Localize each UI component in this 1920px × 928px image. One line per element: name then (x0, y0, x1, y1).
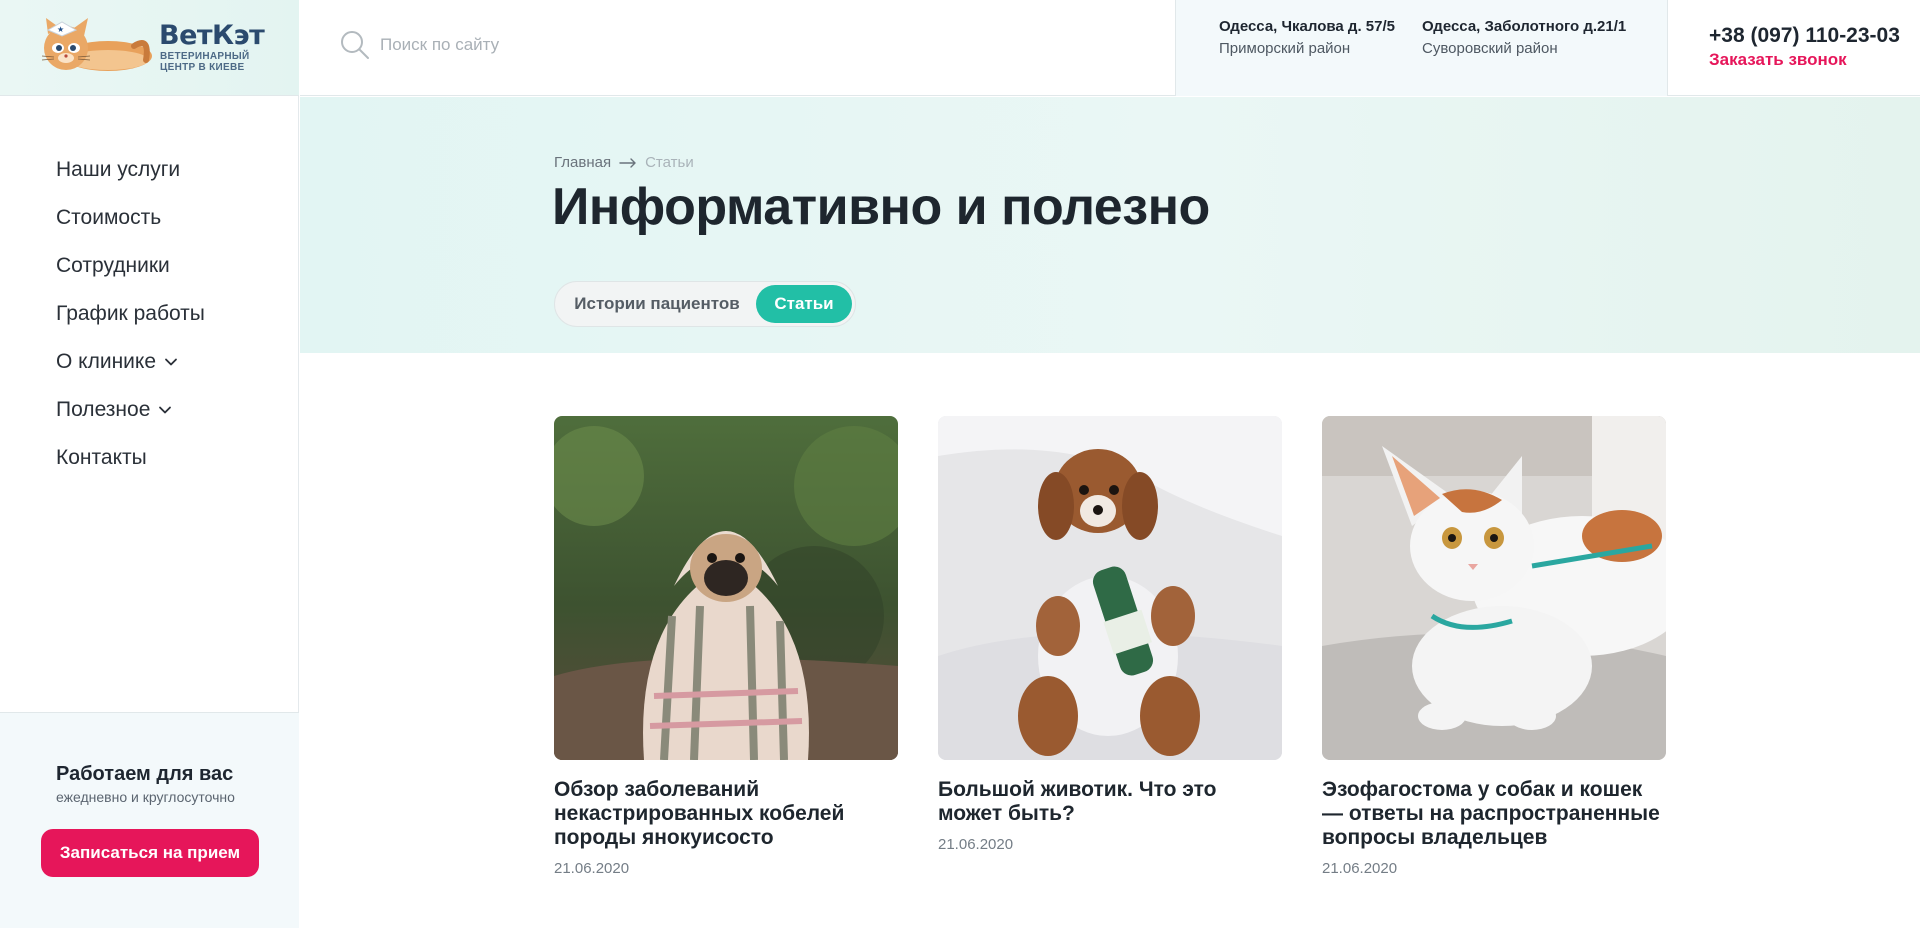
contact-block: +38 (097) 110-23-03 Заказать звонок (1709, 24, 1900, 70)
address-1[interactable]: Одесса, Чкалова д. 57/5 Приморский район (1219, 18, 1395, 57)
address-2[interactable]: Одесса, Заболотного д.21/1 Суворовский р… (1422, 18, 1626, 57)
top-header: Одесса, Чкалова д. 57/5 Приморский район… (300, 0, 1920, 96)
breadcrumb-current: Статьи (645, 154, 694, 171)
article-title[interactable]: Большой животик. Что это может быть? (938, 778, 1282, 826)
breadcrumb-home-link[interactable]: Главная (554, 154, 611, 171)
nav-item-label: Сотрудники (56, 254, 170, 277)
nav-item-useful[interactable]: Полезное (56, 386, 205, 434)
nav-item-services[interactable]: Наши услуги (56, 146, 205, 194)
article-image-puppy[interactable] (938, 416, 1282, 760)
chevron-down-icon (165, 358, 177, 366)
nav-item-label: О клинике (56, 350, 157, 373)
working-hours-panel: Работаем для вас ежедневно и круглосуточ… (0, 712, 299, 928)
nav-item-prices[interactable]: Стоимость (56, 194, 205, 242)
nav-item-label: Полезное (56, 398, 151, 421)
callback-link[interactable]: Заказать звонок (1709, 50, 1900, 70)
address-district: Приморский район (1219, 40, 1351, 57)
chevron-down-icon (159, 406, 172, 414)
nav-item-label: График работы (56, 302, 205, 325)
working-hours-subtitle: ежедневно и круглосуточно (56, 789, 235, 805)
nav-item-staff[interactable]: Сотрудники (56, 242, 205, 290)
article-card[interactable]: Обзор заболеваний некастрированных кобел… (554, 416, 898, 877)
article-card[interactable]: Большой животик. Что это может быть? 21.… (938, 416, 1282, 877)
articles-grid: Обзор заболеваний некастрированных кобел… (554, 416, 1666, 877)
address-street: Одесса, Чкалова д. 57/5 (1219, 18, 1395, 35)
article-date: 21.06.2020 (1322, 860, 1398, 877)
addresses: Одесса, Чкалова д. 57/5 Приморский район… (1175, 0, 1668, 96)
main-nav: Наши услуги Стоимость Сотрудники График … (56, 146, 205, 482)
article-title[interactable]: Эзофагостома у собак и кошек — ответы на… (1322, 778, 1666, 850)
article-image-pug[interactable] (554, 416, 898, 760)
puppy-with-bottle-image (938, 416, 1282, 760)
article-tabs: Истории пациентов Статьи (554, 281, 856, 327)
brand-subtitle: ВЕТЕРИНАРНЫЙ ЦЕНТР В КИЕВЕ (160, 51, 250, 73)
search-bar (340, 30, 880, 60)
article-date: 21.06.2020 (554, 860, 630, 877)
white-cat-image (1322, 416, 1666, 760)
logo[interactable]: ★ ВетКэт ВЕТЕРИНАРНЫЙ ЦЕНТР В КИЕВЕ (0, 0, 299, 96)
nav-item-label: Контакты (56, 446, 147, 469)
article-date: 21.06.2020 (938, 836, 1014, 853)
article-card[interactable]: Эзофагостома у собак и кошек — ответы на… (1322, 416, 1666, 877)
address-district: Суворовский район (1422, 40, 1558, 57)
page-hero: Главная Статьи Информативно и полезно Ис… (300, 97, 1920, 353)
article-title[interactable]: Обзор заболеваний некастрированных кобел… (554, 778, 898, 850)
article-image-cat[interactable] (1322, 416, 1666, 760)
nav-item-about[interactable]: О клинике (56, 338, 205, 386)
pug-in-blanket-image (554, 416, 898, 760)
phone-number[interactable]: +38 (097) 110-23-03 (1709, 24, 1900, 48)
nav-item-label: Наши услуги (56, 158, 181, 181)
book-appointment-button[interactable]: Записаться на прием (41, 829, 259, 877)
page-title: Информативно и полезно (552, 178, 1210, 236)
brand-name: ВетКэт (159, 20, 265, 51)
working-hours-title: Работаем для вас (56, 763, 234, 785)
search-icon[interactable] (340, 30, 370, 60)
arrow-right-icon (619, 157, 636, 168)
tab-patient-stories[interactable]: Истории пациентов (558, 285, 756, 323)
search-input[interactable] (380, 35, 880, 55)
tab-articles[interactable]: Статьи (756, 285, 852, 323)
breadcrumb: Главная Статьи (554, 154, 694, 171)
nav-item-contacts[interactable]: Контакты (56, 434, 205, 482)
svg-text:★: ★ (57, 25, 64, 34)
cat-logo-icon: ★ (41, 18, 152, 71)
nav-item-schedule[interactable]: График работы (56, 290, 205, 338)
sidebar: ★ ВетКэт ВЕТЕРИНАРНЫЙ ЦЕНТР В КИЕВЕ Наши… (0, 0, 299, 928)
nav-item-label: Стоимость (56, 206, 162, 229)
address-street: Одесса, Заболотного д.21/1 (1422, 18, 1627, 35)
